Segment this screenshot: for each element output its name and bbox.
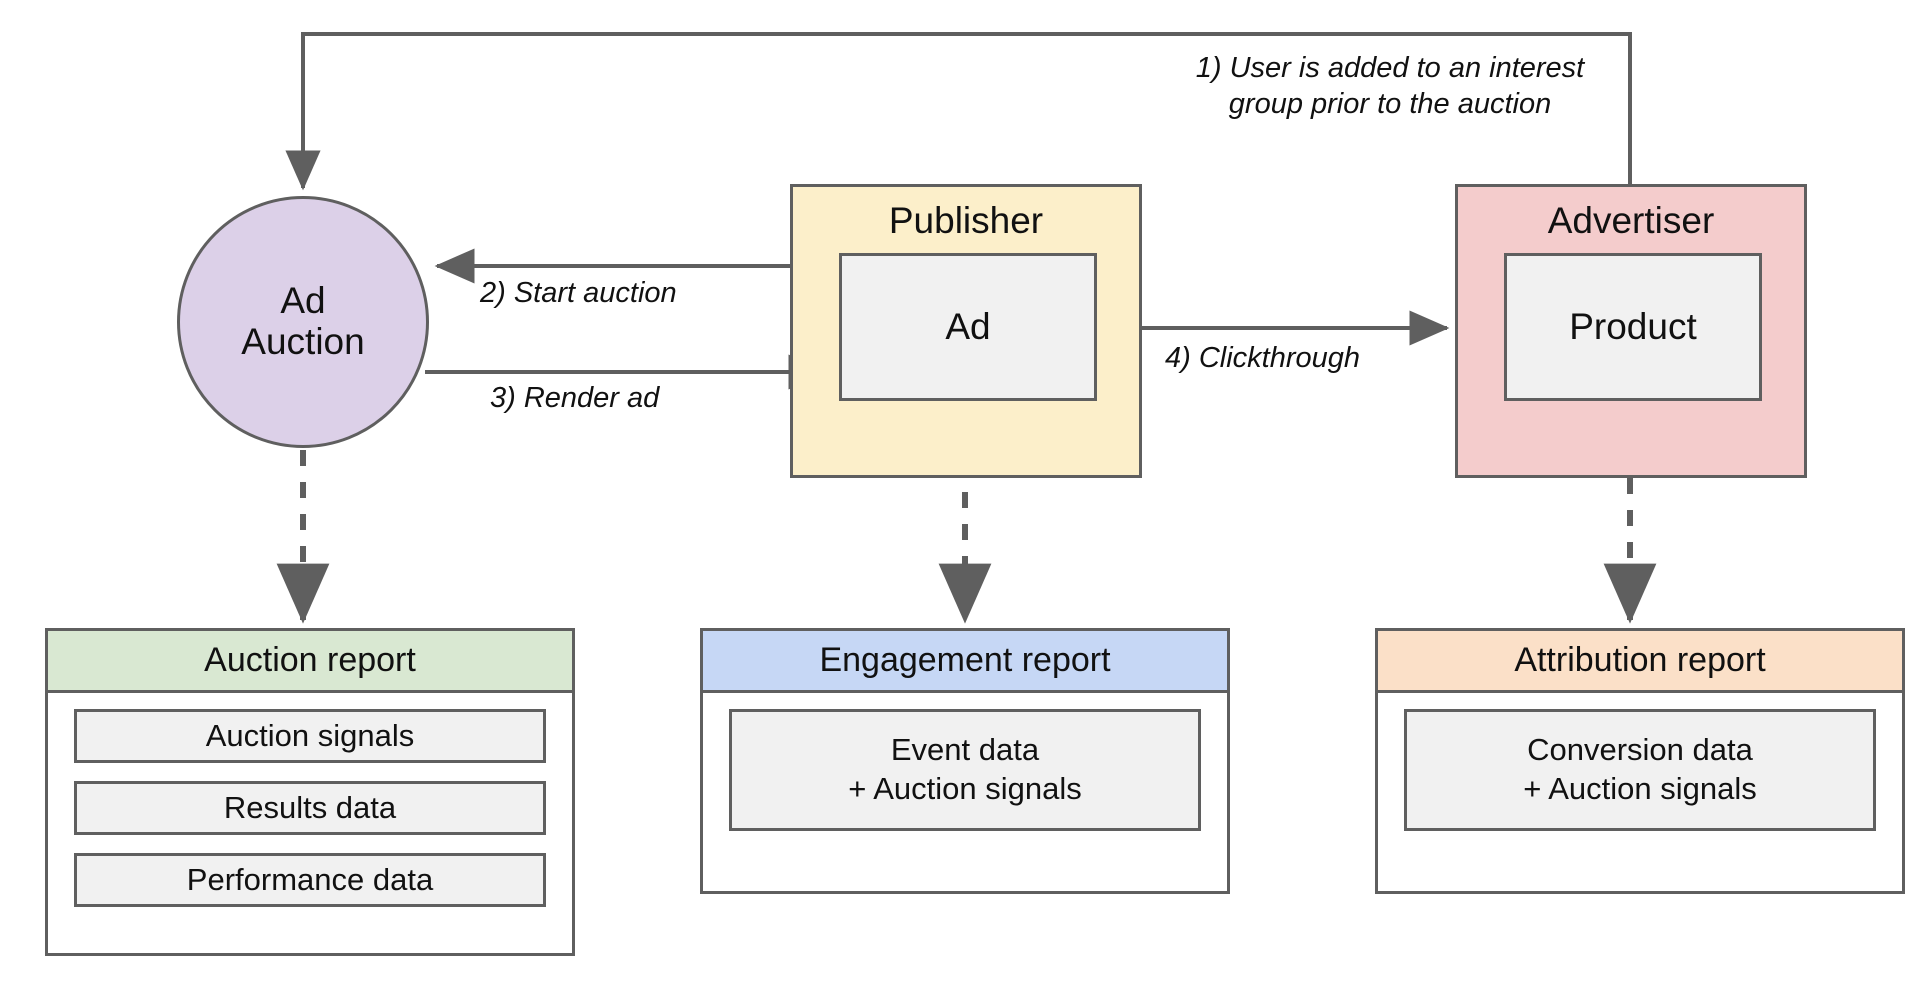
card-attribution-report[interactable]: Attribution report Conversion data + Auc…	[1375, 628, 1905, 894]
node-advertiser-label: Advertiser	[1547, 200, 1715, 241]
card-auction-report-title: Auction report	[204, 641, 416, 679]
edge-label-clickthrough: 4) Clickthrough	[1165, 342, 1361, 374]
node-ad-auction[interactable]: Ad Auction	[177, 196, 429, 448]
card-engagement-report-title: Engagement report	[819, 641, 1111, 679]
card-auction-report-header: Auction report	[48, 631, 572, 693]
diagram-canvas: Ad Auction Publisher Ad Advertiser Produ…	[0, 0, 1908, 988]
card-auction-report[interactable]: Auction report Auction signals Results d…	[45, 628, 575, 956]
card-attribution-report-title: Attribution report	[1514, 641, 1766, 679]
node-advertiser[interactable]: Advertiser Product	[1455, 184, 1807, 478]
node-advertiser-product-label: Product	[1569, 306, 1697, 347]
card-auction-report-body: Auction signals Results data Performance…	[48, 693, 572, 925]
card-engagement-report[interactable]: Engagement report Event data + Auction s…	[700, 628, 1230, 894]
card-engagement-report-header: Engagement report	[703, 631, 1227, 693]
list-item[interactable]: Auction signals	[74, 709, 546, 763]
card-attribution-report-body: Conversion data + Auction signals	[1378, 693, 1902, 849]
edge-label-interest-group: 1) User is added to an interest group pr…	[1195, 52, 1585, 121]
card-engagement-report-body: Event data + Auction signals	[703, 693, 1227, 849]
node-ad-auction-label: Ad Auction	[241, 280, 365, 362]
edge-label-render-ad: 3) Render ad	[490, 382, 660, 414]
edge-label-start-auction: 2) Start auction	[480, 277, 677, 309]
list-item[interactable]: Event data + Auction signals	[729, 709, 1201, 831]
card-attribution-report-header: Attribution report	[1378, 631, 1902, 693]
list-item[interactable]: Performance data	[74, 853, 546, 907]
list-item[interactable]: Conversion data + Auction signals	[1404, 709, 1876, 831]
node-publisher-label: Publisher	[888, 200, 1044, 241]
node-publisher-ad-label: Ad	[945, 306, 991, 347]
node-publisher[interactable]: Publisher Ad	[790, 184, 1142, 478]
list-item[interactable]: Results data	[74, 781, 546, 835]
node-publisher-ad[interactable]: Ad	[839, 253, 1097, 401]
node-advertiser-product[interactable]: Product	[1504, 253, 1762, 401]
